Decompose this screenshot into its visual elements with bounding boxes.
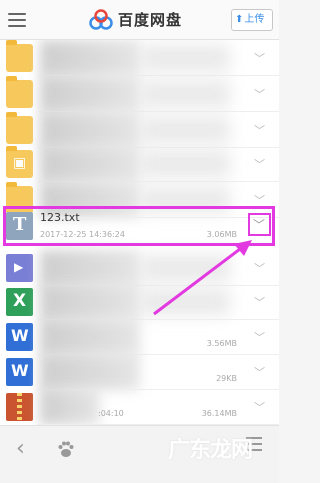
baidu-cloud-logo-icon — [89, 9, 113, 30]
list-item[interactable]: ﹀ — [0, 76, 279, 112]
list-item[interactable]: 29KB ﹀ — [0, 354, 279, 390]
chevron-down-icon[interactable]: ﹀ — [254, 399, 265, 415]
folder-icon — [6, 40, 33, 72]
list-item[interactable]: :04:10 36.14MB ﹀ — [0, 389, 279, 425]
upload-label: 上传 — [244, 14, 265, 25]
chevron-down-icon[interactable]: ﹀ — [254, 156, 265, 172]
photo-folder-icon — [6, 146, 33, 178]
video-file-icon — [6, 254, 33, 282]
folder-icon — [6, 76, 33, 108]
list-item[interactable]: ﹀ — [0, 112, 279, 148]
highlight-arrow-icon — [153, 240, 252, 316]
chevron-down-icon[interactable]: ﹀ — [254, 86, 265, 102]
excel-file-icon — [6, 288, 33, 316]
folder-icon — [6, 112, 33, 144]
zip-archive-icon — [6, 393, 33, 421]
baidu-paw-icon[interactable] — [57, 440, 75, 458]
chevron-down-icon[interactable]: ﹀ — [254, 364, 265, 380]
list-item[interactable]: ﹀ — [0, 146, 279, 182]
file-size: 29KB — [216, 374, 237, 383]
chevron-down-icon[interactable]: ﹀ — [254, 50, 265, 66]
chevron-down-icon[interactable]: ﹀ — [254, 329, 265, 345]
app-title: 百度网盘 — [118, 11, 183, 29]
file-date: :04:10 — [98, 409, 124, 418]
chevron-down-icon[interactable]: ﹀ — [254, 122, 265, 138]
word-file-icon — [6, 358, 33, 386]
word-file-icon — [6, 323, 33, 351]
file-size: 36.14MB — [201, 409, 237, 418]
top-bar: 百度网盘 ⬆上传 — [0, 0, 279, 40]
list-item[interactable]: 3.56MB ﹀ — [0, 319, 279, 355]
watermark: 广东龙网 — [168, 438, 253, 463]
back-chevron-icon[interactable]: ‹ — [16, 436, 25, 461]
list-item[interactable]: ﹀ — [0, 40, 279, 76]
upload-arrow-icon: ⬆ — [235, 14, 244, 25]
chevron-down-icon[interactable]: ﹀ — [253, 216, 265, 233]
upload-button[interactable]: ⬆上传 — [231, 9, 273, 31]
hamburger-menu-icon[interactable] — [8, 13, 26, 27]
file-size: 3.56MB — [206, 339, 237, 348]
